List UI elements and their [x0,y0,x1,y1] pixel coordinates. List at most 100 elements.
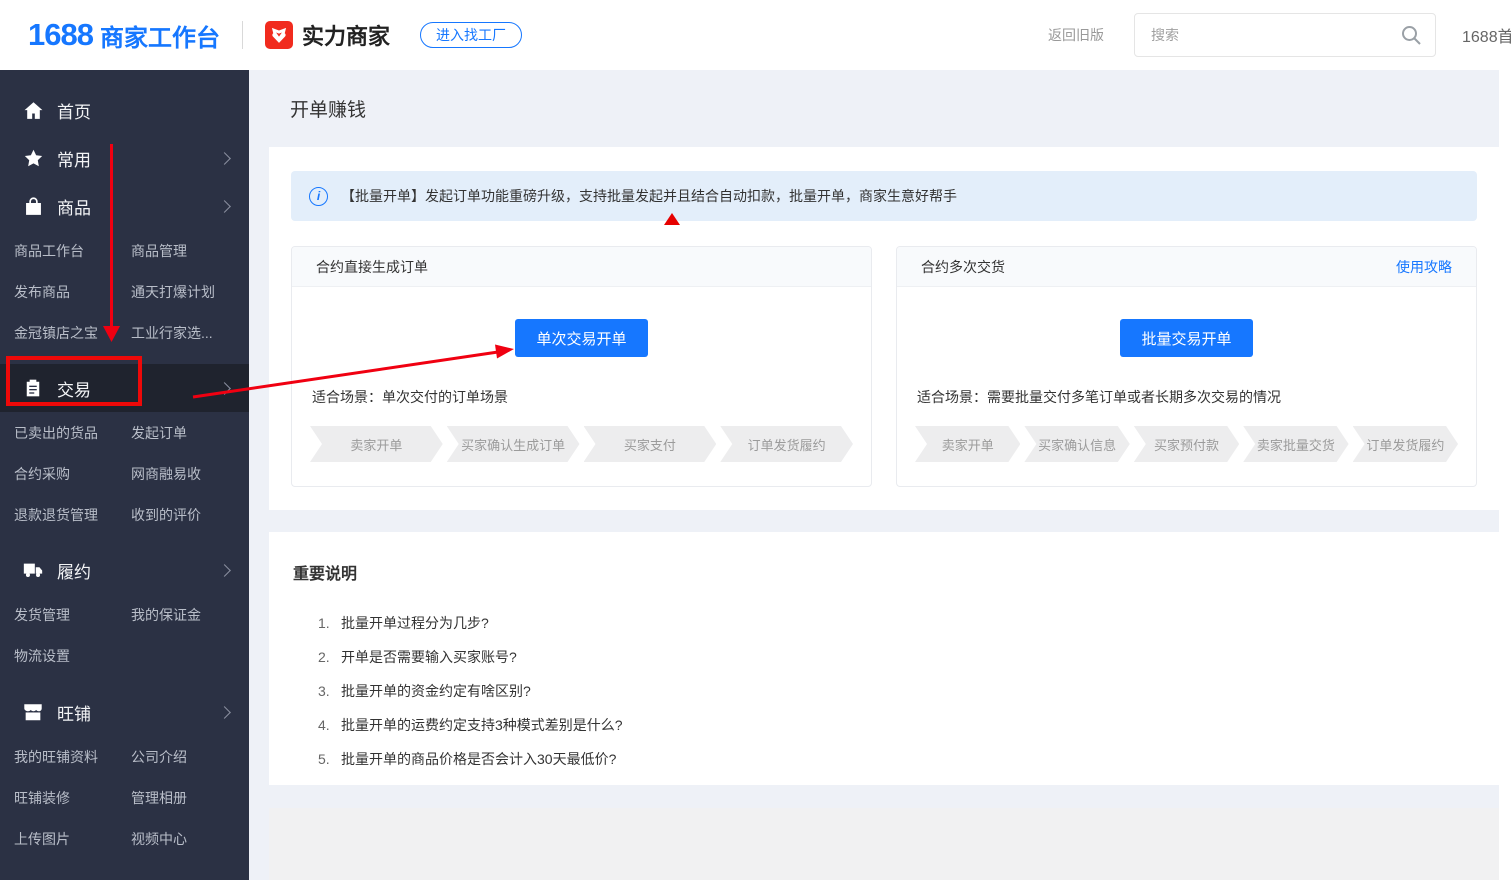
sidebar-item-shop-decorate[interactable]: 旺铺装修 [14,788,131,808]
notes-panel: 重要说明 1. 批量开单过程分为几步? 2. 开单是否需要输入买家账号? 3. … [269,532,1499,785]
power-seller-icon [264,21,293,49]
top-header: 1688 商家工作台 实力商家 进入找工厂 返回旧版 1688首页 [0,0,1511,70]
single-order-card: 合约直接生成订单 单次交易开单 适合场景：单次交付的订单场景 卖家开单 买家确认… [291,246,872,487]
sidebar-item-shipping-manage[interactable]: 发货管理 [14,605,131,625]
sidebar-subrow: 已卖出的货品 发起订单 [0,412,249,453]
shop-icon [22,701,44,723]
truck-icon [22,559,44,581]
sidebar-item-create-order[interactable]: 发起订单 [131,423,235,443]
sidebar-item-products[interactable]: 商品 [0,182,249,230]
single-trade-button[interactable]: 单次交易开单 [515,319,648,357]
sidebar-item-company-intro[interactable]: 公司介绍 [131,747,235,767]
sidebar-item-hot-plan[interactable]: 通天打爆计划 [131,282,235,302]
back-to-old-link[interactable]: 返回旧版 [1048,25,1104,45]
title-bar: 开单赚钱 [249,70,1511,147]
sidebar-item-home[interactable]: 首页 [0,86,249,134]
sidebar-item-video-center[interactable]: 视频中心 [131,829,235,849]
sidebar-item-shop-profile[interactable]: 我的旺铺资料 [14,747,131,767]
flow-step: 买家确认信息 [1024,426,1129,462]
sidebar-item-contract-purchase[interactable]: 合约采购 [14,464,131,484]
chevron-right-icon [218,199,231,213]
bag-icon [22,195,44,217]
site-home-link[interactable]: 1688首页 [1462,23,1511,47]
flow-step: 买家预付款 [1134,426,1239,462]
flow-steps: 卖家开单 买家确认信息 买家预付款 卖家批量交货 订单发货履约 [915,426,1458,462]
notice-banner: i 【批量开单】发起订单功能重磅升级，支持批量发起并且结合自动扣款，批量开单，商… [291,171,1477,221]
sidebar-item-received-reviews[interactable]: 收到的评价 [131,505,235,525]
main-content: 开单赚钱 i 【批量开单】发起订单功能重磅升级，支持批量发起并且结合自动扣款，批… [249,70,1511,880]
notes-item: 3. 批量开单的资金约定有啥区别? [318,683,531,699]
sidebar-subrow: 我的旺铺资料 公司介绍 [0,736,249,777]
sidebar-item-product-workbench[interactable]: 商品工作台 [14,241,131,261]
sidebar-item-label: 首页 [57,102,91,122]
card-title: 合约多次交货 [921,258,1005,275]
flow-step: 卖家开单 [310,426,443,462]
sidebar-item-publish-product[interactable]: 发布商品 [14,282,131,302]
sidebar-item-upload-image[interactable]: 上传图片 [14,829,131,849]
search-icon[interactable] [1399,23,1423,47]
footer-area [269,808,1499,880]
sidebar-subrow: 金冠镇店之宝 工业行家选... [0,312,249,353]
sidebar-item-trade[interactable]: 交易 [0,364,249,412]
flow-step: 买家支付 [584,426,717,462]
enter-factory-button[interactable]: 进入找工厂 [419,22,522,48]
sidebar-item-crown-treasure[interactable]: 金冠镇店之宝 [14,323,131,343]
sidebar-item-label: 旺铺 [57,704,91,724]
sidebar-item-product-manage[interactable]: 商品管理 [131,241,235,261]
brand-logo[interactable]: 1688 [28,17,94,53]
sidebar-item-sold-goods[interactable]: 已卖出的货品 [14,423,131,443]
power-seller-label: 实力商家 [301,24,390,49]
sidebar: 首页 常用 商品 商品工作台 商品管理 发布商品 通天打爆计划 金冠镇店之宝 工… [0,70,249,880]
sidebar-subrow: 发布商品 通天打爆计划 [0,271,249,312]
home-icon [22,99,44,121]
search-input[interactable] [1151,27,1399,43]
flow-step: 卖家开单 [915,426,1020,462]
search-box[interactable] [1134,13,1436,57]
notes-item: 1. 批量开单过程分为几步? [318,615,489,631]
notice-text: 【批量开单】发起订单功能重磅升级，支持批量发起并且结合自动扣款，批量开单，商家生… [341,188,957,204]
batch-trade-button[interactable]: 批量交易开单 [1120,319,1253,357]
sidebar-subrow: 物流设置 [0,635,249,676]
flow-step: 订单发货履约 [1353,426,1458,462]
info-icon: i [309,186,328,206]
flow-steps: 卖家开单 买家确认生成订单 买家支付 订单发货履约 [310,426,853,462]
sidebar-item-label: 履约 [57,562,91,582]
header-divider [241,21,243,49]
sidebar-subrow: 商品工作台 商品管理 [0,230,249,271]
notes-title: 重要说明 [293,566,358,583]
sidebar-item-label: 常用 [57,150,91,170]
sidebar-subrow: 旺铺装修 管理相册 [0,777,249,818]
chevron-right-icon [218,705,231,719]
sidebar-item-logistics-settings[interactable]: 物流设置 [14,646,131,666]
notes-item: 2. 开单是否需要输入买家账号? [318,649,517,665]
sidebar-item-my-deposit[interactable]: 我的保证金 [131,605,235,625]
sidebar-item-marketing[interactable]: 营销 [0,871,249,880]
usage-guide-link[interactable]: 使用攻略 [1396,257,1452,277]
scene-text: 适合场景：需要批量交付多笔订单或者长期多次交易的情况 [917,389,1281,405]
flow-step: 买家确认生成订单 [447,426,580,462]
sidebar-subrow: 上传图片 视频中心 [0,818,249,859]
sidebar-item-fulfillment[interactable]: 履约 [0,546,249,594]
sidebar-item-album-manage[interactable]: 管理相册 [131,788,235,808]
sidebar-item-favorites[interactable]: 常用 [0,134,249,182]
scrollbar-track[interactable] [1499,70,1511,880]
chevron-right-icon [218,381,231,395]
sidebar-item-rongyishou[interactable]: 网商融易收 [131,464,235,484]
sidebar-subrow: 合约采购 网商融易收 [0,453,249,494]
sidebar-subrow: 发货管理 我的保证金 [0,594,249,635]
sidebar-item-refund-manage[interactable]: 退款退货管理 [14,505,131,525]
page-title: 开单赚钱 [290,100,367,121]
brand-suffix[interactable]: 商家工作台 [100,18,220,53]
sidebar-item-shop[interactable]: 旺铺 [0,688,249,736]
sidebar-item-industry-select[interactable]: 工业行家选... [131,323,235,343]
star-icon [22,147,44,169]
notes-list: 1. 批量开单过程分为几步? 2. 开单是否需要输入买家账号? 3. 批量开单的… [291,606,1477,776]
flow-step: 订单发货履约 [720,426,853,462]
sidebar-item-label: 商品 [57,198,91,218]
sidebar-subrow: 退款退货管理 收到的评价 [0,494,249,535]
scene-text: 适合场景：单次交付的订单场景 [312,389,508,405]
flow-step: 卖家批量交货 [1243,426,1348,462]
batch-order-card: 合约多次交货 使用攻略 批量交易开单 适合场景：需要批量交付多笔订单或者长期多次… [896,246,1477,487]
billing-panel: i 【批量开单】发起订单功能重磅升级，支持批量发起并且结合自动扣款，批量开单，商… [269,147,1499,510]
